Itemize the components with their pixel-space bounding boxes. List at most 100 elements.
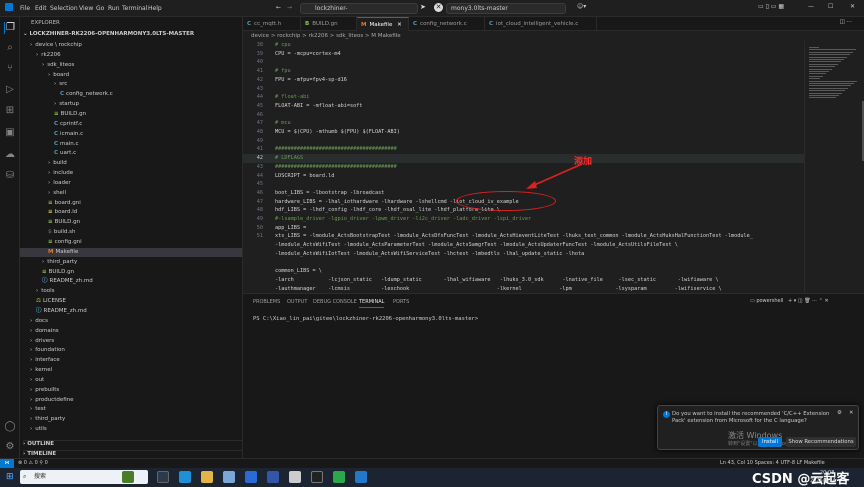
terminal-icon[interactable] — [311, 471, 323, 483]
tree-folder[interactable]: › utils — [20, 425, 47, 434]
tree-file[interactable]: ≡ board.gni — [20, 199, 81, 208]
tree-folder[interactable]: › third_party — [20, 415, 65, 424]
terminal-actions-icons[interactable]: + ▾ ◫ 🗑 ⋯ ⌃ ✕ — [788, 298, 829, 304]
tree-folder[interactable]: › test — [20, 405, 46, 414]
mail-icon[interactable] — [267, 471, 279, 483]
code-line[interactable]: 43 — [243, 85, 804, 94]
tree-folder[interactable]: › rk2206 — [20, 51, 61, 60]
panel-tab-debug-console[interactable]: DEBUG CONSOLE — [313, 299, 357, 305]
tree-file[interactable]: ≡ config.gni — [20, 238, 82, 247]
tree-file[interactable]: $ build.sh — [20, 228, 75, 237]
task-view-icon[interactable] — [157, 471, 169, 483]
menu-edit[interactable]: Edit — [35, 5, 47, 12]
code-line[interactable]: 38 # cpu — [243, 41, 804, 50]
database-icon[interactable]: ⛁ — [4, 170, 16, 182]
clock-time[interactable]: 20:08 — [820, 470, 834, 476]
menu-go[interactable]: Go — [96, 5, 104, 12]
code-line[interactable]: 49 — [243, 137, 804, 146]
menu-selection[interactable]: Selection — [50, 5, 78, 12]
timeline-section[interactable]: › TIMELINE — [23, 450, 242, 457]
menu-file[interactable]: File — [20, 5, 30, 12]
split-editor-icon[interactable]: ◫ ⋯ — [840, 19, 852, 25]
layout-icons[interactable]: ▭ ▯ ▭ ▦ — [758, 3, 784, 10]
tree-folder[interactable]: › out — [20, 376, 44, 385]
gear-icon[interactable]: ⚙ — [4, 441, 16, 453]
tree-folder[interactable]: › src — [20, 80, 67, 89]
command-center[interactable]: lockzhiner- — [300, 3, 418, 14]
wechat-icon[interactable] — [333, 471, 345, 483]
code-line[interactable]: 49 #-lsample_driver -lgpio_driver -lpwm_d… — [243, 215, 804, 224]
outline-section[interactable]: › OUTLINE — [23, 440, 242, 447]
windows-start-icon[interactable]: ⊞ — [6, 472, 14, 482]
tree-file[interactable]: Ccprintf.c — [20, 120, 82, 129]
tree-file[interactable]: Cmain.c — [20, 140, 79, 149]
menu-help[interactable]: Help — [148, 5, 162, 12]
edge-icon[interactable] — [179, 471, 191, 483]
browser-icon[interactable] — [245, 471, 257, 483]
tree-folder[interactable]: › docs — [20, 317, 48, 326]
show-recommendations-button[interactable]: Show Recommendations — [786, 437, 856, 447]
extensions-icon[interactable]: ⊞ — [4, 105, 16, 117]
menu-view[interactable]: View — [79, 5, 93, 12]
tree-folder[interactable]: › build — [20, 159, 67, 168]
tab-iot-cloud-intelligent-vehicle-c[interactable]: Ciot_cloud_intelligent_vehicle.c — [485, 17, 597, 31]
file-explorer-icon[interactable] — [201, 471, 213, 483]
source-control-icon[interactable]: ⑂ — [4, 63, 16, 75]
code-line[interactable]: 39 CPU = -mcpu=cortex-m4 — [243, 50, 804, 59]
code-line[interactable]: 48 MCU = $(CPU) -mthumb $(FPU) $(FLOAT-AB… — [243, 128, 804, 137]
code-line[interactable]: 45 FLOAT-ABI = -mfloat-abi=soft — [243, 102, 804, 111]
code-line[interactable]: -lmodule_ActsWifiIotTest -lmodule_ActsWi… — [243, 250, 804, 259]
close-window-icon[interactable]: ✕ — [850, 3, 855, 10]
code-line[interactable]: 47 # mcu — [243, 119, 804, 128]
tree-folder[interactable]: › domains — [20, 327, 59, 336]
code-line[interactable]: 51 xts_LIBS = -lmodule_ActsBootstrapTest … — [243, 232, 804, 241]
remote-indicator-icon[interactable]: ⋈ — [0, 459, 14, 468]
tree-folder[interactable]: › include — [20, 169, 73, 178]
maximize-icon[interactable]: ☐ — [828, 3, 833, 10]
code-line[interactable]: -larch -lcjson_static -ldump_static -lha… — [243, 276, 804, 285]
menu-run[interactable]: Run — [108, 5, 120, 12]
code-line[interactable]: 50 app_LIBS = — [243, 224, 804, 233]
menu-terminal[interactable]: Terminal — [122, 5, 147, 12]
tree-folder[interactable]: › sdk_liteos — [20, 61, 74, 70]
vscode-taskbar-icon[interactable] — [355, 471, 367, 483]
remote-icon[interactable]: ▣ — [4, 127, 16, 139]
notepad-icon[interactable] — [289, 471, 301, 483]
tab-makefile[interactable]: M Makefile ✕ — [357, 17, 409, 31]
clock-date[interactable]: 2025/1/24 — [810, 478, 836, 484]
tree-folder[interactable]: › interface — [20, 356, 60, 365]
run-debug-icon[interactable]: ▷ — [4, 84, 16, 96]
tab-config-network-c[interactable]: Cconfig_network.c — [409, 17, 485, 31]
problems-indicator[interactable]: ⊗ 0 ⚠ 0 ⚲ 0 — [18, 459, 48, 468]
tree-file[interactable]: ≡ BUILD.gn — [20, 110, 86, 119]
tree-folder[interactable]: › kernel — [20, 366, 52, 375]
tree-folder[interactable]: › startup — [20, 100, 79, 109]
tree-file[interactable]: ≡ BUILD.gn — [20, 218, 80, 227]
tree-file[interactable]: ≡ BUILD.gn — [20, 268, 74, 277]
tree-folder[interactable]: › foundation — [20, 346, 65, 355]
code-line[interactable]: 41 # fpu — [243, 67, 804, 76]
tab-build-gn[interactable]: B BUILD.gn — [301, 17, 357, 31]
minimize-icon[interactable]: — — [808, 3, 814, 10]
code-line[interactable]: 40 — [243, 58, 804, 67]
code-line[interactable] — [243, 259, 804, 268]
workspace-root[interactable]: ⌄ LOCKZHINER-RK2206-OPENHARMONY3.0LTS-MA… — [23, 31, 194, 37]
notification-settings-icon[interactable]: ⚙ — [837, 410, 842, 416]
code-line[interactable]: 44 # float-abi — [243, 93, 804, 102]
tree-file[interactable]: Cconfig_network.c — [20, 90, 113, 99]
tree-folder[interactable]: › loader — [20, 179, 71, 188]
code-line[interactable]: 46 — [243, 111, 804, 120]
search-icon[interactable]: ⌕ — [4, 42, 16, 54]
tree-folder[interactable]: › productdefine — [20, 396, 74, 405]
panel-tab-ports[interactable]: PORTS — [393, 299, 409, 305]
explorer-icon[interactable]: ❐ — [4, 22, 16, 34]
tree-file[interactable]: ≡ board.ld — [20, 208, 77, 217]
tree-file[interactable]: M Makefile — [20, 247, 242, 257]
panel-tab-problems[interactable]: PROBLEMS — [253, 299, 280, 305]
copilot-icon[interactable]: ☺▾ — [577, 3, 586, 10]
tree-file[interactable]: Cuart.c — [20, 149, 76, 158]
tree-folder[interactable]: › shell — [20, 189, 66, 198]
terminal-shell[interactable]: ▭ powershell — [750, 298, 783, 304]
panel-tab-output[interactable]: OUTPUT — [287, 299, 307, 305]
install-button[interactable]: Install — [758, 437, 782, 447]
